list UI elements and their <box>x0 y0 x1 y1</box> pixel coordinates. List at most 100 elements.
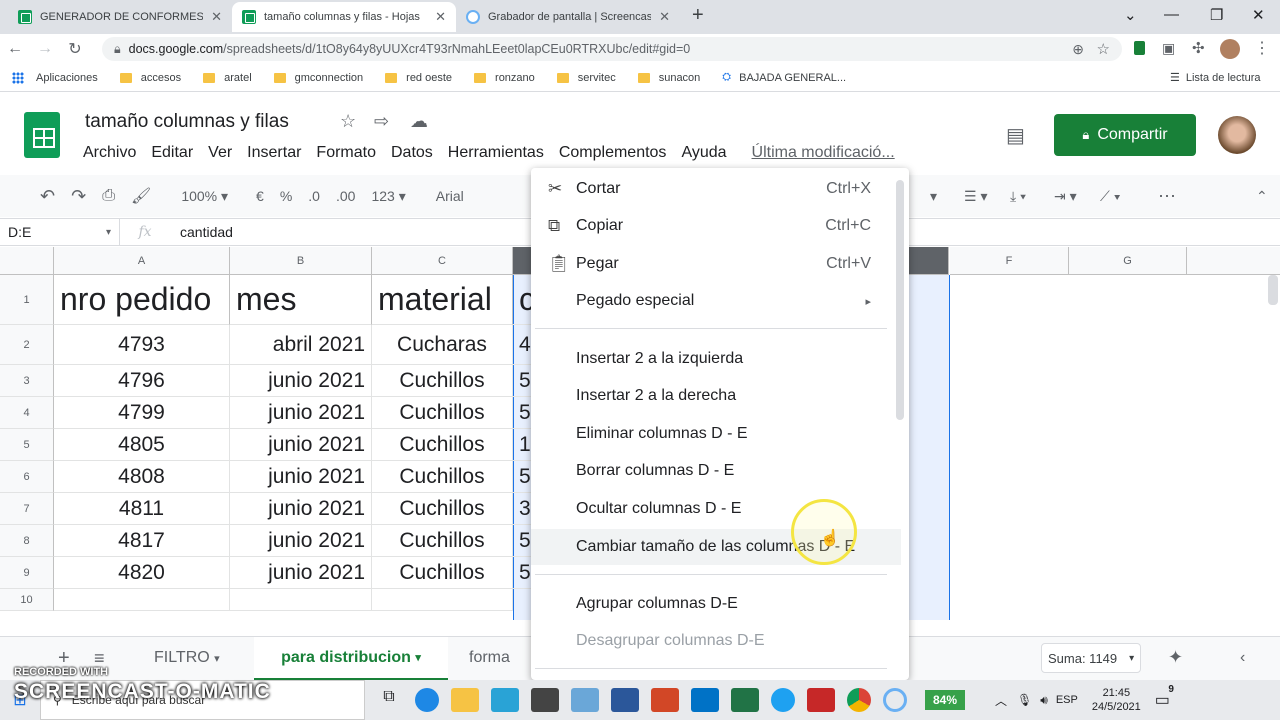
comment-history-icon[interactable]: ▤ <box>1006 123 1025 148</box>
more-options-icon[interactable]: ⋯ <box>1158 186 1176 207</box>
menu-item-pegar[interactable]: 📋︎ Pegar Ctrl+V <box>531 246 901 282</box>
chrome-icon[interactable] <box>847 688 871 712</box>
cell-b9[interactable]: junio 2021 <box>230 557 372 589</box>
browser-tab-grabador[interactable]: Grabador de pantalla | Screencast ✕ <box>456 2 680 32</box>
cell-b10[interactable] <box>230 589 372 611</box>
column-header-g[interactable]: G <box>1069 247 1187 275</box>
bookmark-red-oeste[interactable]: red oeste <box>385 72 452 84</box>
menu-item-pegado-especial[interactable]: Pegado especial ▸ <box>531 283 901 319</box>
row-header-1[interactable]: 1 <box>0 275 54 325</box>
cell-a7[interactable]: 4811 <box>54 493 230 525</box>
column-header-b[interactable]: B <box>230 247 372 275</box>
cell-c4[interactable]: Cuchillos <box>372 397 513 429</box>
bookmark-star-icon[interactable]: ☆ <box>1097 40 1110 58</box>
bookmark-aratel[interactable]: aratel <box>203 72 252 84</box>
menu-item-insertar-izquierda[interactable]: Insertar 2 a la izquierda <box>531 341 901 377</box>
decrease-decimal-button[interactable]: .0 <box>308 188 320 204</box>
undo-icon[interactable]: ↶ <box>40 186 55 207</box>
star-icon[interactable]: ☆ <box>340 111 356 132</box>
menu-formato[interactable]: Formato <box>316 144 376 162</box>
cell-a10[interactable] <box>54 589 230 611</box>
internet-explorer-icon[interactable] <box>771 688 795 712</box>
menu-ver[interactable]: Ver <box>208 144 232 162</box>
sheet-tab-filtro[interactable]: FILTRO ▾ <box>154 649 220 667</box>
maximize-icon[interactable]: ❐ <box>1210 6 1223 24</box>
menu-item-cortar[interactable]: ✂ Cortar Ctrl+X <box>531 171 901 207</box>
vertical-align-icon[interactable]: ⤓ ▾ <box>1010 188 1026 205</box>
percent-button[interactable]: % <box>280 188 292 204</box>
paint-format-icon[interactable]: 🖌︎ <box>131 186 151 206</box>
extension-camera-icon[interactable]: ▣ <box>1162 40 1175 57</box>
tray-chevron-icon[interactable]: ︿ <box>995 692 1007 709</box>
row-header-8[interactable]: 8 <box>0 525 54 557</box>
more-formats-select[interactable]: 123 ▾ <box>371 188 405 205</box>
cell-b2[interactable]: abril 2021 <box>230 325 372 365</box>
extensions-puzzle-icon[interactable]: ✣ <box>1192 39 1205 57</box>
close-icon[interactable]: ✕ <box>211 9 222 25</box>
row-header-6[interactable]: 6 <box>0 461 54 493</box>
app-l-icon[interactable] <box>491 688 519 712</box>
back-icon[interactable]: ← <box>0 40 30 58</box>
cell-a6[interactable]: 4808 <box>54 461 230 493</box>
browser-tab-tamano[interactable]: tamaño columnas y filas - Hojas ✕ <box>232 2 456 32</box>
cell-b6[interactable]: junio 2021 <box>230 461 372 493</box>
cell-c3[interactable]: Cuchillos <box>372 365 513 397</box>
browser-tab-generador[interactable]: GENERADOR DE CONFORMES PA ✕ <box>8 2 232 32</box>
redo-icon[interactable]: ↷ <box>71 186 86 207</box>
sum-indicator[interactable]: Suma: 1149 ▾ <box>1041 643 1141 673</box>
cloud-status-icon[interactable]: ☁ <box>410 111 428 132</box>
cell-b3[interactable]: junio 2021 <box>230 365 372 397</box>
row-header-5[interactable]: 5 <box>0 429 54 461</box>
cell-b7[interactable]: junio 2021 <box>230 493 372 525</box>
language-indicator[interactable]: ESP <box>1056 694 1078 706</box>
new-tab-button[interactable]: + <box>692 4 704 27</box>
menu-item-borrar-columnas[interactable]: Borrar columnas D - E <box>531 453 901 489</box>
vertical-scrollbar[interactable] <box>1268 275 1278 305</box>
browser-menu-icon[interactable]: ⋮ <box>1254 38 1270 58</box>
word-icon[interactable] <box>611 688 639 712</box>
zoom-select[interactable]: 100% ▾ <box>181 188 228 205</box>
outlook-icon[interactable] <box>691 688 719 712</box>
cell-b5[interactable]: junio 2021 <box>230 429 372 461</box>
cell-a8[interactable]: 4817 <box>54 525 230 557</box>
bookmark-gmconnection[interactable]: gmconnection <box>273 72 363 84</box>
zoom-icon[interactable]: ⊕ <box>1072 41 1084 58</box>
font-select[interactable]: Arial <box>436 188 464 204</box>
cell-a3[interactable]: 4796 <box>54 365 230 397</box>
row-header-7[interactable]: 7 <box>0 493 54 525</box>
row-header-3[interactable]: 3 <box>0 365 54 397</box>
menu-editar[interactable]: Editar <box>151 144 193 162</box>
column-header-f[interactable]: F <box>950 247 1069 275</box>
url-input[interactable]: 🔒︎ docs.google.com/spreadsheets/d/1tO8y6… <box>102 37 1122 61</box>
cell-c5[interactable]: Cuchillos <box>372 429 513 461</box>
reload-icon[interactable]: ↻ <box>60 39 90 59</box>
explore-icon[interactable]: ✦ <box>1168 647 1183 668</box>
side-panel-chevron-icon[interactable]: ‹ <box>1240 649 1245 667</box>
text-rotation-icon[interactable]: ⟋ ▾ <box>1100 188 1121 205</box>
extension-shield-icon[interactable] <box>1134 41 1145 55</box>
microphone-icon[interactable]: 🎙︎ <box>1017 693 1032 707</box>
share-button[interactable]: 🔒︎ Compartir <box>1054 114 1196 156</box>
forward-icon[interactable]: → <box>30 40 60 58</box>
edge-icon[interactable] <box>415 688 439 712</box>
account-avatar[interactable] <box>1218 116 1256 154</box>
sheets-logo-icon[interactable] <box>24 112 60 158</box>
menu-insertar[interactable]: Insertar <box>247 144 301 162</box>
column-header-a[interactable]: A <box>54 247 230 275</box>
sheet-tab-forma[interactable]: forma <box>469 649 510 667</box>
menu-item-insertar-derecha[interactable]: Insertar 2 a la derecha <box>531 378 901 414</box>
cell-b1[interactable]: mes <box>230 275 372 325</box>
row-header-4[interactable]: 4 <box>0 397 54 429</box>
row-header-10[interactable]: 10 <box>0 589 54 611</box>
horizontal-align-icon[interactable]: ☰ ▾ <box>964 188 987 205</box>
reading-list-button[interactable]: ☰ Lista de lectura <box>1170 71 1260 85</box>
formula-input[interactable]: cantidad <box>170 224 233 240</box>
print-icon[interactable]: ⎙ <box>102 187 115 205</box>
menu-datos[interactable]: Datos <box>391 144 433 162</box>
menu-scrollbar[interactable] <box>896 180 904 420</box>
collapse-chevron-icon[interactable]: ⌃ <box>1256 188 1268 205</box>
profile-avatar[interactable] <box>1220 39 1240 59</box>
close-icon[interactable]: ✕ <box>659 9 670 25</box>
app-red-icon[interactable] <box>807 688 835 712</box>
last-modified-link[interactable]: Última modificació... <box>752 144 895 162</box>
